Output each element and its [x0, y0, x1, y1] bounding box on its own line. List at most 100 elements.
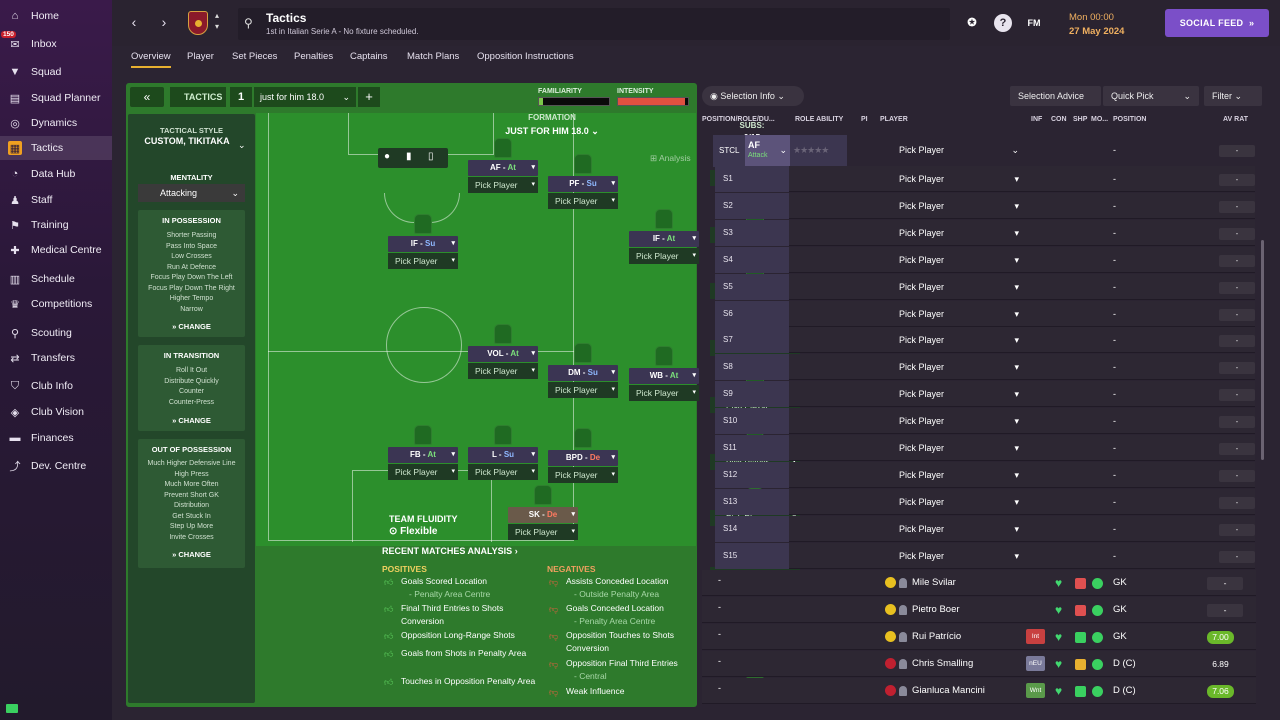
- formation-select[interactable]: JUST FOR HIM 18.0 ⌄: [492, 126, 612, 137]
- sub-slot-row[interactable]: S12 Pick Player - -: [715, 461, 1255, 488]
- stcl-slot[interactable]: STCL AF Attack ⌄ ★★★★★: [713, 135, 847, 167]
- sub-slot-row[interactable]: S8 Pick Player - -: [715, 354, 1255, 381]
- role-duty-select[interactable]: IF - At: [629, 231, 699, 247]
- player-row[interactable]: - Gianluca Mancini Wnt ♥ D (C) 7.06: [702, 678, 1256, 704]
- column-header[interactable]: ROLE ABILITY: [795, 116, 843, 123]
- position-card-wb[interactable]: WB - AtPick Player: [629, 368, 699, 401]
- sidebar-item-club-vision[interactable]: ◈ Club Vision: [0, 400, 112, 424]
- sidebar-item-medical-centre[interactable]: ✚ Medical Centre: [0, 238, 112, 262]
- column-header[interactable]: INF: [1031, 116, 1042, 123]
- sub-slot-row[interactable]: S6 Pick Player - -: [715, 300, 1255, 327]
- column-header[interactable]: PI: [861, 116, 868, 123]
- sidebar-item-squad-planner[interactable]: ▤ Squad Planner: [0, 86, 112, 110]
- pick-player-select[interactable]: Pick Player: [899, 301, 1019, 327]
- role-duty-select[interactable]: SK - De: [508, 507, 578, 523]
- column-header[interactable]: POSITION/ROLE/DU...: [702, 116, 775, 123]
- role-duty-select[interactable]: AF - At: [468, 160, 538, 176]
- sidebar-item-transfers[interactable]: ⇄ Transfers: [0, 346, 112, 370]
- sidebar-item-finances[interactable]: ▬ Finances: [0, 426, 112, 450]
- pick-player-select[interactable]: Pick Player: [899, 543, 1019, 569]
- filter-button[interactable]: Filter ⌄: [1204, 86, 1262, 106]
- column-header[interactable]: MO...: [1091, 116, 1108, 123]
- role-duty-select[interactable]: BPD - De: [548, 450, 618, 466]
- role-duty-select[interactable]: FB - At: [388, 447, 458, 463]
- role-duty-select[interactable]: VOL - At: [468, 346, 538, 362]
- pick-player-select[interactable]: Pick Player: [899, 166, 1019, 192]
- player-view-icon[interactable]: ●: [384, 151, 390, 162]
- pick-player-select[interactable]: Pick Player: [899, 247, 1019, 273]
- column-header[interactable]: AV RAT: [1223, 116, 1248, 123]
- player-name[interactable]: Pietro Boer: [912, 597, 960, 623]
- position-card-pf[interactable]: PF - SuPick Player: [548, 176, 618, 209]
- player-row[interactable]: - Rui Patrício Int ♥ GK 7.00: [702, 624, 1256, 650]
- position-card-l[interactable]: L - SuPick Player: [468, 447, 538, 480]
- sub-slot-row[interactable]: S2 Pick Player - -: [715, 192, 1255, 219]
- column-header[interactable]: SHP: [1073, 116, 1087, 123]
- change-in-transition-button[interactable]: » CHANGE: [138, 416, 245, 425]
- sub-slot-row[interactable]: S1 Pick Player - -: [715, 166, 1255, 192]
- role-duty-select[interactable]: PF - Su: [548, 176, 618, 192]
- pick-player-select[interactable]: Pick Player: [468, 363, 538, 379]
- pick-player-select[interactable]: Pick Player: [629, 385, 699, 401]
- position-card-fb[interactable]: FB - AtPick Player: [388, 447, 458, 480]
- sidebar-item-dynamics[interactable]: ◎ Dynamics: [0, 111, 112, 135]
- sub-slot-row[interactable]: S11 Pick Player - -: [715, 435, 1255, 461]
- recent-matches-analysis-link[interactable]: RECENT MATCHES ANALYSIS ›: [382, 546, 518, 556]
- sidebar-item-inbox[interactable]: ✉ Inbox: [0, 32, 112, 56]
- sub-slot-row[interactable]: S7 Pick Player - -: [715, 327, 1255, 354]
- sidebar-item-competitions[interactable]: ♛ Competitions: [0, 292, 112, 316]
- player-row[interactable]: - Chris Smalling nEU ♥ D (C) 6.89: [702, 651, 1256, 677]
- pick-player-select[interactable]: Pick Player: [899, 220, 1019, 246]
- pick-player-select[interactable]: Pick Player: [548, 467, 618, 483]
- role-box[interactable]: AF Attack ⌄: [745, 135, 790, 167]
- sidebar-item-club-info[interactable]: ⛉ Club Info: [0, 374, 112, 398]
- player-name[interactable]: Chris Smalling: [912, 651, 973, 677]
- sub-slot-row[interactable]: S13 Pick Player - -: [715, 488, 1255, 515]
- pick-player-select[interactable]: Pick Player: [468, 464, 538, 480]
- role-duty-select[interactable]: DM - Su: [548, 365, 618, 381]
- sidebar-item-dev-centre[interactable]: ⤴ Dev. Centre: [0, 454, 112, 478]
- pick-player-select[interactable]: Pick Player: [899, 354, 1019, 380]
- pick-player-select[interactable]: Pick Player: [899, 274, 1019, 300]
- sub-slot-row[interactable]: S15 Pick Player - -: [715, 542, 1255, 569]
- pick-player-select[interactable]: Pick Player: [899, 193, 1019, 219]
- role-duty-select[interactable]: WB - At: [629, 368, 699, 384]
- pick-player-select[interactable]: Pick Player: [899, 381, 1019, 407]
- position-card-sk[interactable]: SK - DePick Player: [508, 507, 578, 540]
- tactic-slot-number[interactable]: 1: [230, 87, 252, 107]
- pick-player-select[interactable]: Pick Player: [468, 177, 538, 193]
- selection-advice-button[interactable]: Selection Advice: [1010, 86, 1101, 106]
- collapse-icon[interactable]: «: [130, 87, 164, 107]
- quick-pick-button[interactable]: Quick Pick ⌄: [1103, 86, 1199, 106]
- sidebar-item-schedule[interactable]: ▥ Schedule: [0, 267, 112, 291]
- pick-player-select[interactable]: Pick Player: [899, 435, 1019, 461]
- sub-slot-row[interactable]: S10 Pick Player - -: [715, 408, 1255, 435]
- player-name[interactable]: Gianluca Mancini: [912, 678, 985, 704]
- pick-player-select[interactable]: Pick Player: [899, 327, 1019, 353]
- chevron-down-icon[interactable]: ⌄: [779, 145, 787, 156]
- pick-player-select[interactable]: Pick Player: [899, 489, 1019, 515]
- sidebar-item-squad[interactable]: ▼ Squad: [0, 60, 112, 84]
- sub-slot-row[interactable]: S5 Pick Player - -: [715, 273, 1255, 300]
- position-card-if[interactable]: IF - SuPick Player: [388, 236, 458, 269]
- position-card-dm[interactable]: DM - SuPick Player: [548, 365, 618, 398]
- position-card-bpd[interactable]: BPD - DePick Player: [548, 450, 618, 483]
- pick-player-select[interactable]: Pick Player: [548, 382, 618, 398]
- column-header[interactable]: POSITION: [1113, 116, 1146, 123]
- tactic-select[interactable]: just for him 18.0 ⌄: [254, 87, 356, 107]
- column-header[interactable]: PLAYER: [880, 116, 908, 123]
- intensity-meter[interactable]: [617, 97, 689, 106]
- sidebar-item-staff[interactable]: ♟ Staff: [0, 188, 112, 212]
- sub-slot-row[interactable]: S14 Pick Player - -: [715, 515, 1255, 542]
- pick-player-select[interactable]: Pick Player: [508, 524, 578, 540]
- analysis-button[interactable]: ⊞ Analysis: [650, 153, 691, 164]
- player-name[interactable]: Rui Patrício: [912, 624, 961, 650]
- sub-slot-row[interactable]: S3 Pick Player - -: [715, 219, 1255, 246]
- sidebar-item-scouting[interactable]: ⚲ Scouting: [0, 321, 112, 345]
- role-duty-select[interactable]: IF - Su: [388, 236, 458, 252]
- sidebar-item-training[interactable]: ⚑ Training: [0, 213, 112, 237]
- player-row[interactable]: - Pietro Boer ♥ GK -: [702, 597, 1256, 623]
- sub-slot-row[interactable]: S9 Pick Player - -: [715, 381, 1255, 408]
- scrollbar[interactable]: [1261, 240, 1264, 460]
- sidebar-item-data-hub[interactable]: ◔ Data Hub: [0, 162, 112, 186]
